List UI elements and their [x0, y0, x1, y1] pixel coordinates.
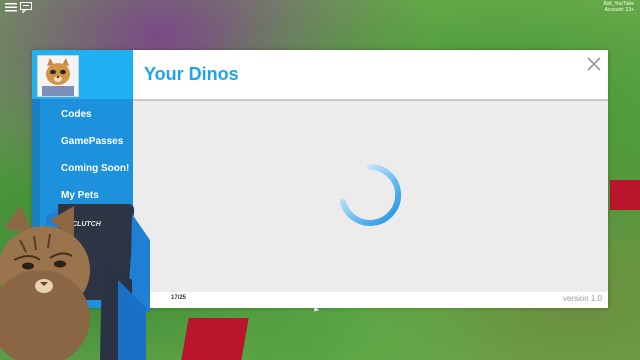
close-button[interactable] [586, 56, 602, 72]
sidebar-header [32, 50, 133, 99]
page-indicator: 17/25 [171, 295, 187, 301]
hamburger-icon[interactable] [5, 2, 19, 14]
chat-icon[interactable] [20, 2, 34, 14]
background-block [181, 318, 249, 360]
sidebar-item-codes[interactable]: Codes [61, 109, 92, 120]
chair-brand-text: CLUTCH [72, 221, 102, 228]
sidebar-item-gamepasses[interactable]: GamePasses [61, 136, 123, 147]
content-area [133, 101, 608, 314]
account-sub: Account: 13+ [604, 7, 634, 13]
webcam-cat-overlay: CLUTCH [0, 204, 150, 360]
background-block [610, 180, 640, 210]
window-title: Your Dinos [144, 64, 239, 84]
window-footer: 17/25 version 1.0 [133, 292, 608, 308]
sidebar-item-coming-soon[interactable]: Coming Soon! [61, 163, 129, 174]
title-bar: Your Dinos [133, 50, 608, 101]
close-icon [587, 57, 601, 71]
account-info[interactable]: Bxll_YouTube Account: 13+ [604, 1, 635, 13]
avatar [37, 55, 79, 97]
version-label: version 1.0 [562, 294, 602, 303]
loading-spinner-icon [340, 163, 402, 226]
